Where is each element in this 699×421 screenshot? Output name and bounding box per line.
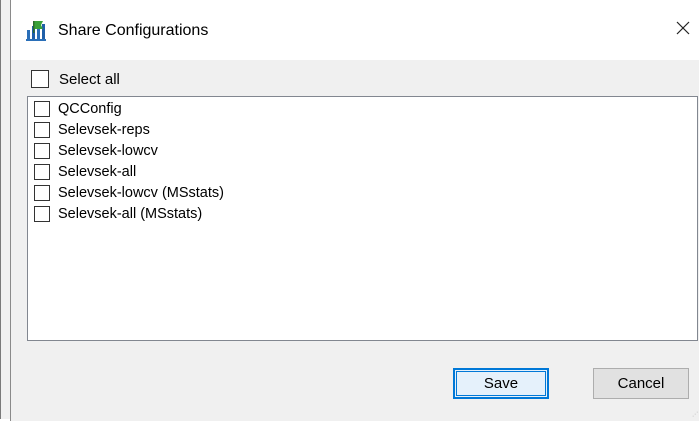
config-item-selevsek-all-msstats[interactable]: Selevsek-all (MSstats)	[34, 204, 202, 224]
config-checkbox[interactable]	[34, 185, 50, 201]
config-item-selevsek-reps[interactable]: Selevsek-reps	[34, 120, 150, 140]
cancel-button-label: Cancel	[617, 375, 665, 392]
save-button[interactable]: Save	[453, 368, 549, 399]
select-all-checkbox[interactable]: Select all	[31, 67, 120, 91]
config-item-label[interactable]: Selevsek-lowcv	[58, 143, 158, 159]
config-item-selevsek-all[interactable]: Selevsek-all	[34, 162, 136, 182]
close-icon	[675, 20, 691, 41]
config-checkbox[interactable]	[34, 164, 50, 180]
dialog-body: Select all QCConfig Selevsek-reps Selevs…	[11, 60, 699, 421]
save-button-label: Save	[483, 375, 519, 392]
close-button[interactable]	[666, 12, 699, 48]
share-configurations-dialog: Share Configurations Select all QCConfig…	[0, 0, 699, 421]
config-item-label[interactable]: Selevsek-lowcv (MSstats)	[58, 185, 224, 201]
config-item-qcconfig[interactable]: QCConfig	[34, 99, 122, 119]
config-checkbox[interactable]	[34, 122, 50, 138]
skyline-app-icon	[25, 20, 47, 42]
title-bar[interactable]: Share Configurations	[11, 0, 699, 60]
select-all-label[interactable]: Select all	[59, 71, 120, 88]
config-item-label[interactable]: Selevsek-reps	[58, 122, 150, 138]
cancel-button[interactable]: Cancel	[593, 368, 689, 399]
configurations-list[interactable]: QCConfig Selevsek-reps Selevsek-lowcv Se…	[27, 96, 698, 341]
config-checkbox[interactable]	[34, 101, 50, 117]
config-item-label[interactable]: Selevsek-all (MSstats)	[58, 206, 202, 222]
config-checkbox[interactable]	[34, 206, 50, 222]
config-item-label[interactable]: QCConfig	[58, 101, 122, 117]
select-all-checkbox-box[interactable]	[31, 70, 49, 88]
config-item-selevsek-lowcv[interactable]: Selevsek-lowcv	[34, 141, 158, 161]
dialog-title: Share Configurations	[58, 22, 209, 39]
config-item-selevsek-lowcv-msstats[interactable]: Selevsek-lowcv (MSstats)	[34, 183, 224, 203]
config-item-label[interactable]: Selevsek-all	[58, 164, 136, 180]
config-checkbox[interactable]	[34, 143, 50, 159]
resize-grip-icon[interactable]: ⋰	[692, 411, 698, 418]
